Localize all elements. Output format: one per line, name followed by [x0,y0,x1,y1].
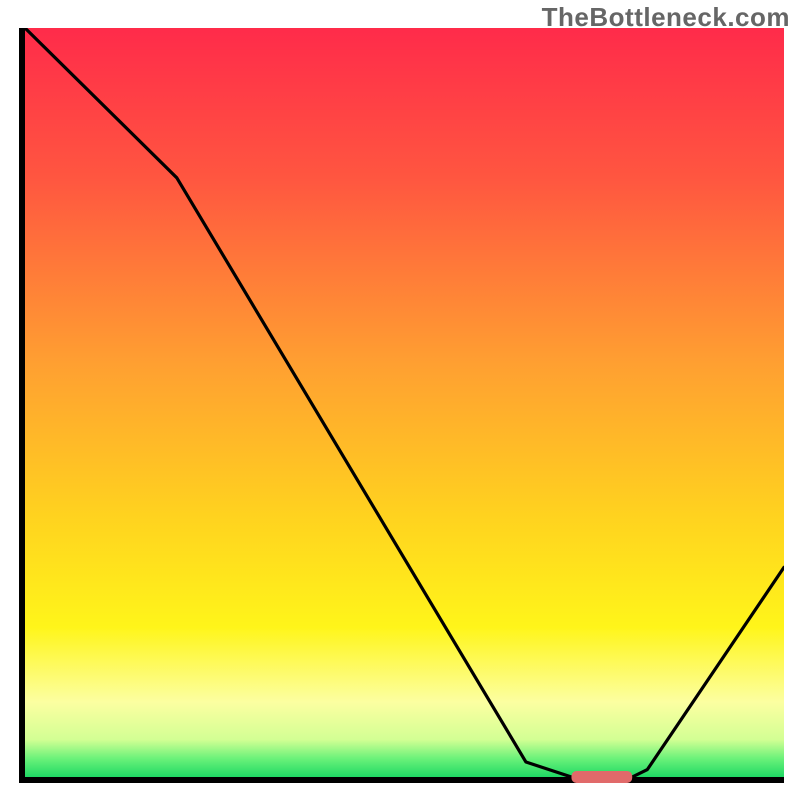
bottleneck-chart [16,28,784,786]
optimal-marker [571,771,632,783]
chart-svg [16,28,784,786]
chart-stage: TheBottleneck.com [0,0,800,800]
